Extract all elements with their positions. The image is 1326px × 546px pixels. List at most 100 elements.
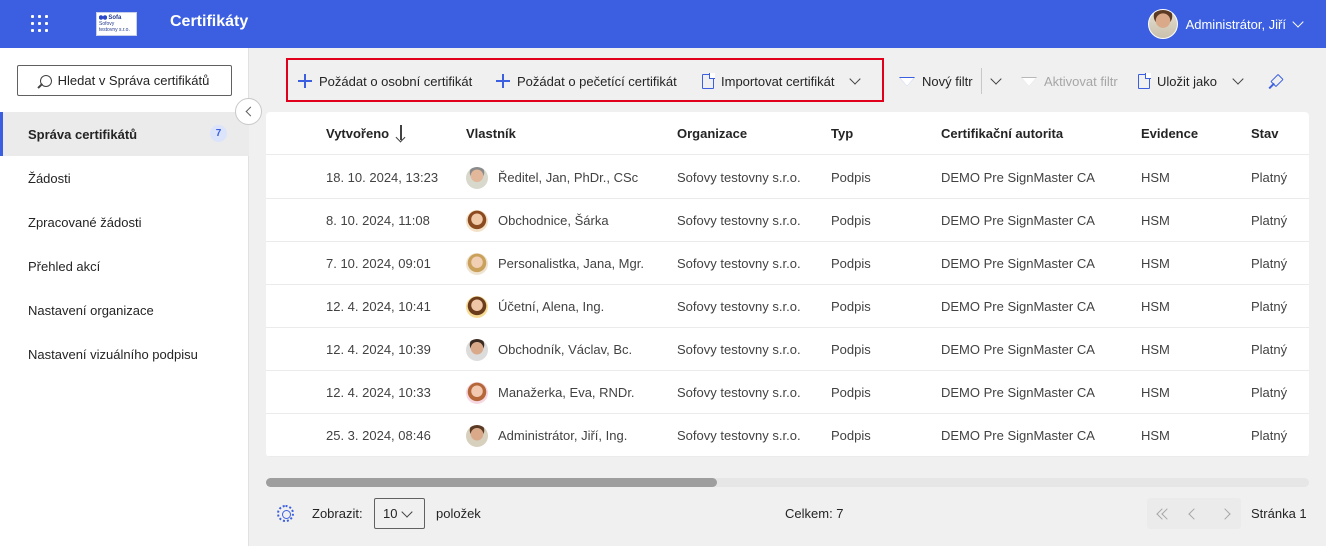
filter-dropdown-button[interactable]: [986, 70, 1002, 92]
first-page-button[interactable]: [1147, 498, 1178, 529]
cell-organization: Sofovy testovny s.r.o.: [677, 342, 801, 357]
sidebar-item-organization-settings[interactable]: Nastavení organizace: [0, 288, 249, 332]
request-seal-certificate-button[interactable]: Požádat o pečetící certifikát: [496, 70, 677, 92]
page-indicator: Stránka 1: [1251, 506, 1307, 521]
avatar: [466, 338, 488, 361]
avatar: [466, 424, 488, 447]
cell-evidence: HSM: [1141, 256, 1170, 271]
button-label: Aktivovat filtr: [1044, 73, 1118, 89]
sidebar-item-certificate-management[interactable]: Správa certifikátů 7: [0, 112, 249, 156]
search-placeholder: Hledat v Správa certifikátů: [57, 73, 210, 88]
pin-icon[interactable]: [1267, 74, 1283, 90]
cell-ca: DEMO Pre SignMaster CA: [941, 342, 1095, 357]
activate-filter-button[interactable]: Aktivovat filtr: [1021, 70, 1118, 92]
column-header-ca[interactable]: Certifikační autorita: [941, 112, 1063, 155]
cell-owner: Obchodnice, Šárka: [466, 199, 609, 242]
table-row[interactable]: 18. 10. 2024, 13:23 Ředitel, Jan, PhDr., …: [266, 156, 1309, 199]
cell-evidence: HSM: [1141, 428, 1170, 443]
column-header-created[interactable]: Vytvořeno: [326, 112, 406, 155]
cell-created: 25. 3. 2024, 08:46: [326, 428, 431, 443]
cell-evidence: HSM: [1141, 299, 1170, 314]
sidebar-item-label: Správa certifikátů: [28, 126, 138, 142]
owner-name: Personalistka, Jana, Mgr.: [498, 256, 644, 271]
user-menu[interactable]: Administrátor, Jiří: [1147, 9, 1304, 39]
divider: [981, 68, 982, 94]
cell-created: 12. 4. 2024, 10:33: [326, 385, 431, 400]
next-page-button[interactable]: [1209, 498, 1240, 529]
search-icon: [39, 74, 52, 87]
owner-name: Manažerka, Eva, RNDr.: [498, 385, 635, 400]
chevron-right-icon: [1218, 507, 1231, 520]
horizontal-scrollbar[interactable]: [266, 478, 1309, 487]
cell-ca: DEMO Pre SignMaster CA: [941, 428, 1095, 443]
chevron-down-icon: [990, 73, 1002, 85]
sidebar-item-label: Žádosti: [28, 170, 71, 186]
sidebar-item-action-overview[interactable]: Přehled akcí: [0, 244, 249, 288]
cell-owner: Obchodník, Václav, Bc.: [466, 328, 632, 371]
sidebar-item-visual-signature-settings[interactable]: Nastavení vizuálního podpisu: [0, 332, 249, 376]
avatar: [466, 295, 488, 318]
column-header-status[interactable]: Stav: [1251, 112, 1278, 155]
save-as-button[interactable]: Uložit jako: [1138, 70, 1244, 92]
chevron-down-icon: [1232, 73, 1244, 85]
cell-type: Podpis: [831, 170, 871, 185]
collapse-sidebar-button[interactable]: [235, 98, 262, 125]
owner-name: Obchodník, Václav, Bc.: [498, 342, 633, 357]
chevron-down-icon: [1292, 16, 1304, 28]
cell-created: 18. 10. 2024, 13:23: [326, 170, 439, 185]
cell-organization: Sofovy testovny s.r.o.: [677, 213, 801, 228]
button-label: Nový filtr: [922, 73, 973, 89]
sidebar: Hledat v Správa certifikátů Správa certi…: [0, 48, 262, 546]
search-input[interactable]: Hledat v Správa certifikátů: [17, 65, 232, 96]
previous-page-button[interactable]: [1178, 498, 1209, 529]
new-filter-button[interactable]: Nový filtr: [899, 70, 973, 92]
cell-organization: Sofovy testovny s.r.o.: [677, 256, 801, 271]
cell-type: Podpis: [831, 428, 871, 443]
table-row[interactable]: 25. 3. 2024, 08:46 Administrátor, Jiří, I…: [266, 414, 1309, 457]
cell-evidence: HSM: [1141, 213, 1170, 228]
app-title: Certifikáty: [170, 13, 249, 30]
table-row[interactable]: 12. 4. 2024, 10:41 Účetní, Alena, Ing. Sof…: [266, 285, 1309, 328]
table-row[interactable]: 8. 10. 2024, 11:08 Obchodnice, Šárka Sofov…: [266, 199, 1309, 242]
column-header-type[interactable]: Typ: [831, 112, 853, 155]
app-launcher-icon[interactable]: [31, 15, 49, 33]
sidebar-item-processed-requests[interactable]: Zpracované žádosti: [0, 200, 249, 244]
cell-created: 12. 4. 2024, 10:39: [326, 342, 431, 357]
request-personal-certificate-button[interactable]: Požádat o osobní certifikát: [298, 70, 472, 92]
chevron-down-icon: [849, 73, 862, 85]
owner-name: Obchodnice, Šárka: [498, 213, 609, 228]
cell-status: Platný: [1251, 213, 1288, 228]
cell-evidence: HSM: [1141, 385, 1170, 400]
column-header-owner[interactable]: Vlastník: [466, 112, 516, 155]
sidebar-item-requests[interactable]: Žádosti: [0, 156, 249, 200]
column-header-evidence[interactable]: Evidence: [1141, 112, 1198, 155]
cell-ca: DEMO Pre SignMaster CA: [941, 170, 1095, 185]
cell-owner: Personalistka, Jana, Mgr.: [466, 242, 644, 285]
sidebar-item-label: Nastavení organizace: [28, 302, 154, 318]
chevron-left-icon: [245, 106, 255, 117]
table-row[interactable]: 12. 4. 2024, 10:39 Obchodník, Václav, Bc.…: [266, 328, 1309, 371]
cell-organization: Sofovy testovny s.r.o.: [677, 385, 801, 400]
cell-type: Podpis: [831, 385, 871, 400]
cell-evidence: HSM: [1141, 170, 1170, 185]
column-header-organization[interactable]: Organizace: [677, 112, 747, 155]
cell-ca: DEMO Pre SignMaster CA: [941, 213, 1095, 228]
sidebar-item-label: Nastavení vizuálního podpisu: [28, 346, 198, 362]
gear-icon[interactable]: [277, 505, 294, 522]
filter-icon: [1021, 76, 1037, 86]
top-bar: Sofa Sofovy testovny s.r.o. Certifikáty …: [0, 0, 1326, 48]
page-size-select[interactable]: 10: [374, 498, 425, 529]
owner-name: Administrátor, Jiří, Ing.: [498, 428, 628, 443]
page-size-value: 10: [383, 506, 398, 521]
button-label: Požádat o pečetící certifikát: [517, 73, 677, 89]
table-row[interactable]: 7. 10. 2024, 09:01 Personalistka, Jana, M…: [266, 242, 1309, 285]
cell-evidence: HSM: [1141, 342, 1170, 357]
scrollbar-thumb[interactable]: [266, 478, 717, 487]
cell-organization: Sofovy testovny s.r.o.: [677, 299, 801, 314]
table-row[interactable]: 12. 4. 2024, 10:33 Manažerka, Eva, RNDr. S…: [266, 371, 1309, 414]
double-chevron-left-icon: [1155, 507, 1173, 520]
avatar: [466, 166, 488, 189]
import-certificate-button[interactable]: Importovat certifikát: [702, 70, 862, 92]
button-label: Uložit jako: [1157, 73, 1217, 89]
column-header-label: Vytvořeno: [326, 126, 390, 141]
